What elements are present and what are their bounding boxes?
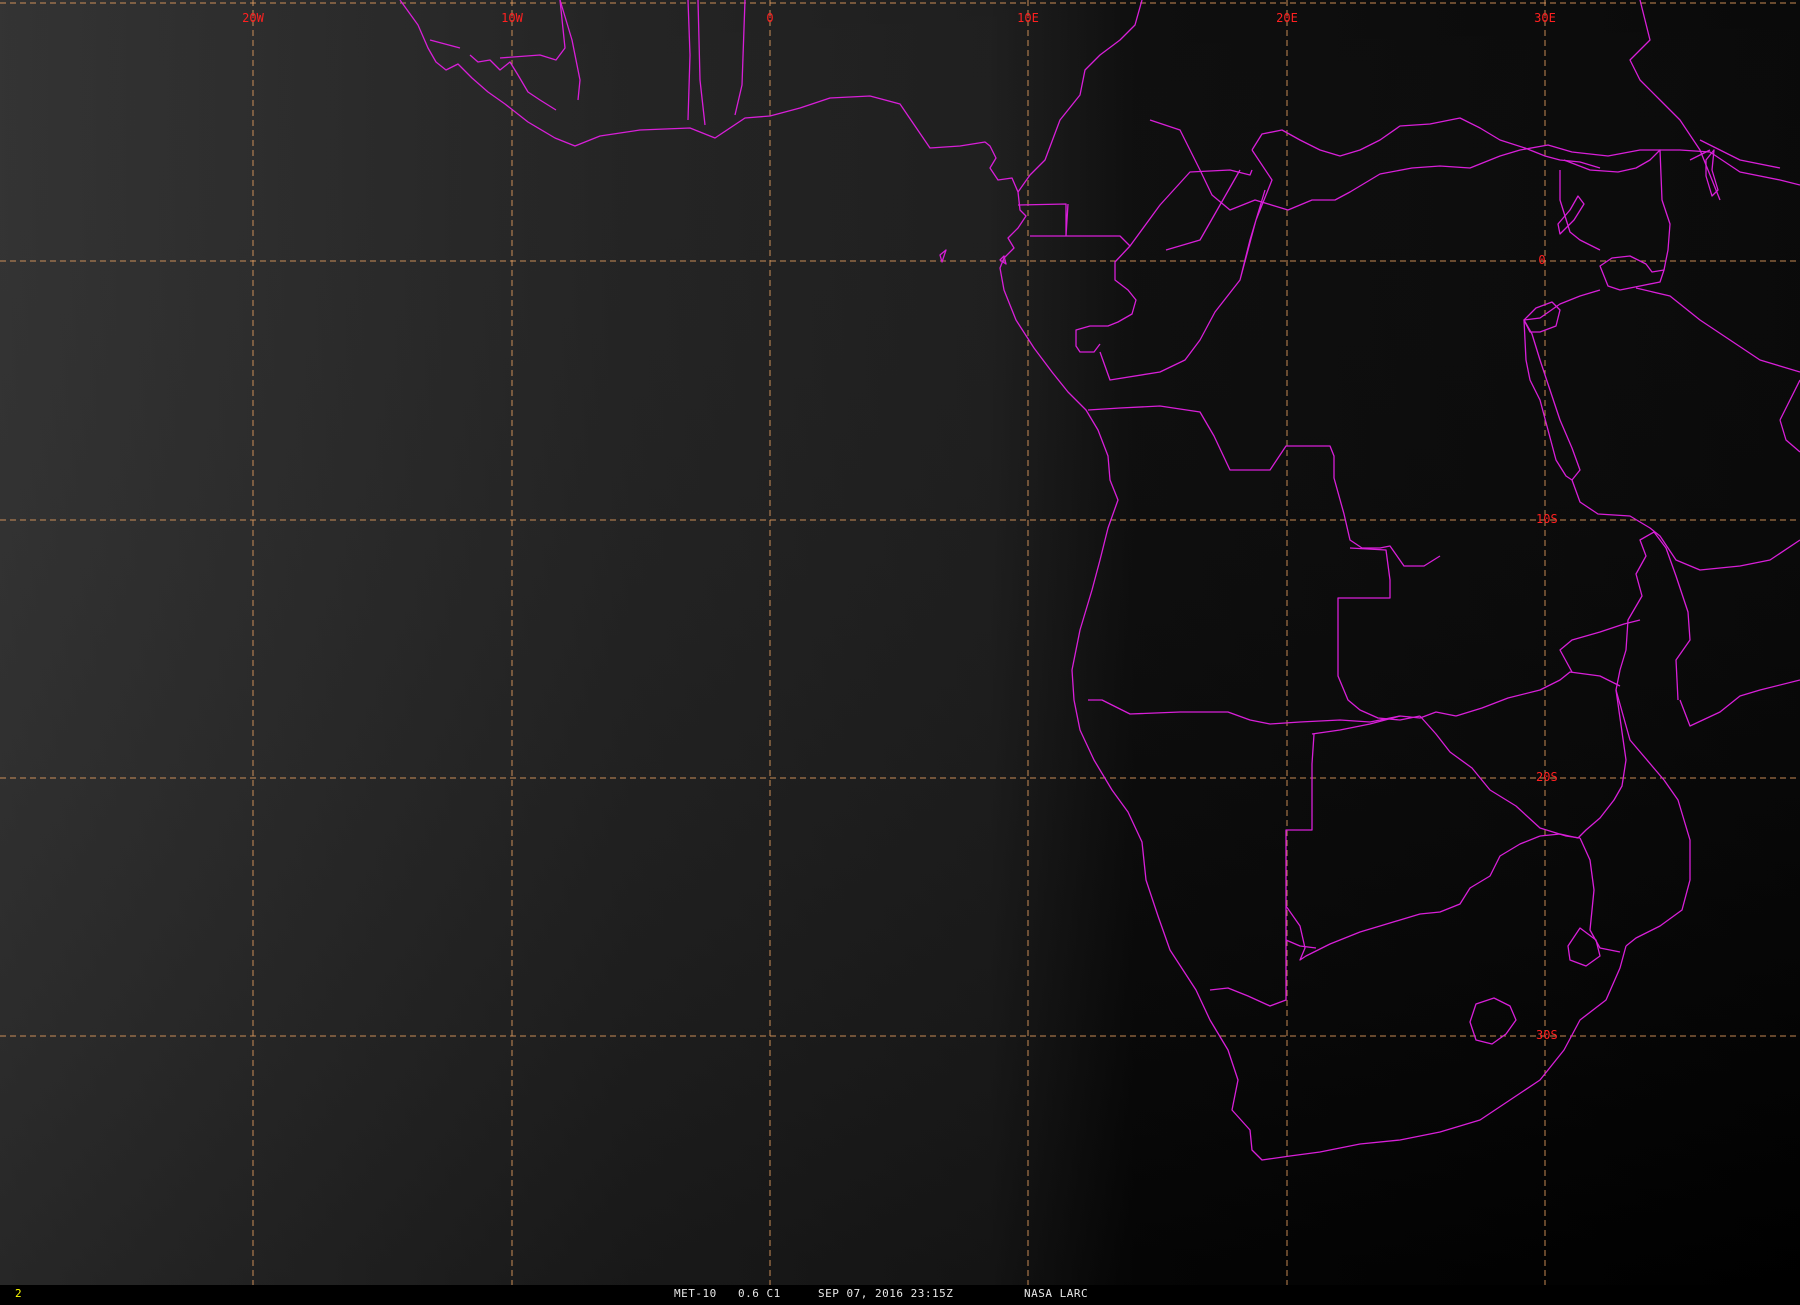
lon-label-30e: 30E — [1534, 11, 1556, 25]
satellite-image: 20W 10W 0 10E 20E 30E 0 10S 20S 30S — [0, 0, 1800, 1285]
sky-vertical-shade — [0, 0, 1800, 1285]
status-bar: 2 MET-10 0.6 C1 SEP 07, 2016 23:15Z NASA… — [0, 1285, 1800, 1300]
lat-label-20s: 20S — [1536, 770, 1558, 784]
lon-label-0: 0 — [766, 11, 773, 25]
lon-label-10w: 10W — [501, 11, 523, 25]
lat-label-30s: 30S — [1536, 1028, 1558, 1042]
data-source: NASA LARC — [1024, 1287, 1088, 1300]
image-datetime: SEP 07, 2016 23:15Z — [818, 1287, 953, 1300]
lon-label-10e: 10E — [1017, 11, 1039, 25]
lat-label-10s: 10S — [1536, 512, 1558, 526]
lon-label-20e: 20E — [1276, 11, 1298, 25]
frame-number: 2 — [15, 1287, 22, 1300]
channel-info: 0.6 C1 — [738, 1287, 781, 1300]
lon-label-20w: 20W — [242, 11, 264, 25]
lat-label-0: 0 — [1538, 253, 1545, 267]
satellite-name: MET-10 — [674, 1287, 717, 1300]
